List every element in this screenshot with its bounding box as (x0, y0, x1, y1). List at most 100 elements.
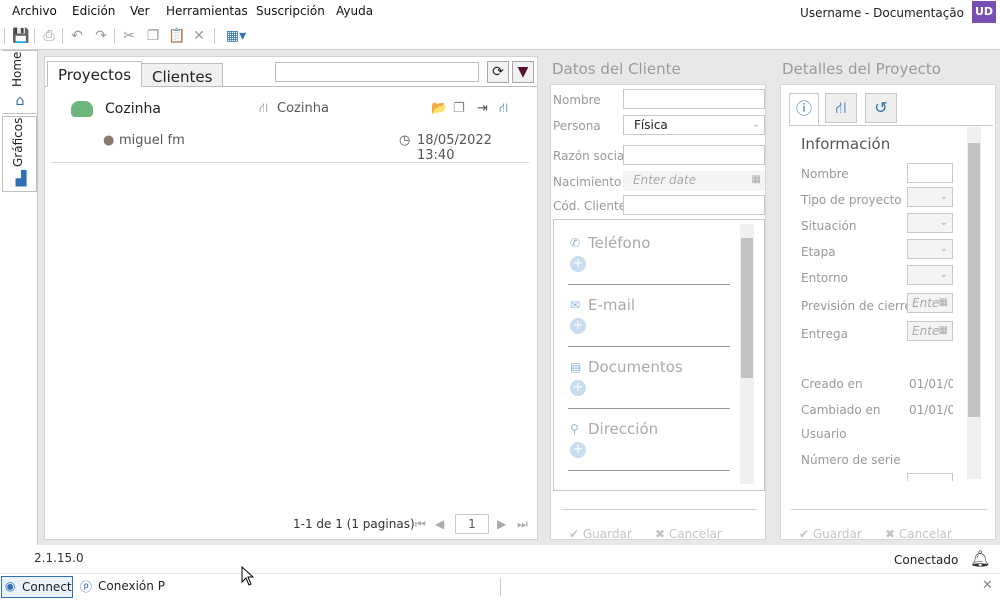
info-tab[interactable]: ⓘ (789, 93, 819, 125)
theme-palette-icon[interactable]: ▦▾ (222, 27, 250, 45)
connect-label: Connect (22, 580, 72, 594)
menu-edicion[interactable]: Edición (72, 4, 115, 18)
user-avatar[interactable]: UD (972, 1, 996, 23)
nombre-input[interactable] (623, 89, 765, 109)
client-panel: Datos del Cliente Nombre Persona Física ⌄… (546, 52, 768, 542)
next-page-button[interactable]: ▶ (497, 517, 506, 531)
search-input[interactable] (275, 62, 479, 82)
section-direccion: Dirección (588, 420, 659, 438)
tab-home[interactable]: Home ⌂ (2, 50, 37, 114)
duplicate-icon[interactable]: ❐ (453, 101, 465, 116)
first-page-button[interactable]: ⏮ (415, 517, 426, 532)
persona-label: Persona (553, 119, 601, 133)
add-email-button[interactable]: + (570, 318, 586, 334)
toolbar: 💾 ⎙ ↶ ↷ ✂ ❐ 📋 ✕ ▦▾ (0, 24, 1000, 48)
page-number-input[interactable]: 1 (455, 514, 489, 534)
client-cancel-button[interactable]: ✖ Cancelar (655, 527, 722, 541)
status-bar: 2.1.15.0 Conectado 🔔︎ (0, 545, 1000, 573)
map-pin-icon: ⚲ (570, 422, 579, 436)
numero-serie-label: Número de serie (801, 453, 901, 467)
client-save-label: Guardar (582, 527, 632, 541)
copy-icon[interactable]: ❐ (144, 27, 162, 45)
prevision-input[interactable]: Ente ▦ (907, 293, 953, 313)
project-cancel-button[interactable]: ✖ Cancelar (885, 527, 952, 541)
project-type-label: Cozinha (277, 101, 329, 116)
last-page-button[interactable]: ⏭ (517, 517, 528, 532)
contact-scrollbar[interactable] (740, 224, 754, 484)
history-tab[interactable]: ↺ (865, 93, 897, 123)
prev-page-button[interactable]: ◀ (435, 517, 444, 531)
tipo-select[interactable]: ⌄ (907, 187, 953, 207)
persona-select[interactable]: Física ⌄ (623, 115, 765, 135)
connect-tab[interactable]: ◉ Connect (1, 576, 73, 598)
numero-serie-input[interactable] (907, 473, 953, 481)
toolbar-separator (114, 28, 115, 44)
scrollbar-thumb[interactable] (968, 143, 980, 417)
situacion-label: Situación (801, 219, 857, 233)
client-save-button[interactable]: ✔ Guardar (569, 527, 632, 541)
etapa-label: Etapa (801, 245, 836, 259)
undo-icon[interactable]: ↶ (68, 27, 86, 45)
section-telefono: Teléfono (588, 234, 651, 252)
entorno-select[interactable]: ⌄ (907, 265, 953, 285)
project-panel-title: Detalles del Proyecto (782, 60, 941, 78)
razon-social-input[interactable] (623, 145, 765, 165)
list-item[interactable]: Cozinha ⛙ Cozinha 📂 ❐ ⇥ ⛙ ● miguel fm ◷ … (51, 97, 529, 163)
redo-icon[interactable]: ↷ (92, 27, 110, 45)
pager-summary: 1-1 de 1 (1 paginas) (293, 517, 415, 531)
cut-icon[interactable]: ✂ (120, 27, 138, 45)
info-content: Información Nombre Tipo de proyecto ⌄ Si… (789, 127, 993, 481)
tab-clientes[interactable]: Clientes (141, 63, 224, 87)
calendar-icon[interactable]: ▦ (939, 322, 948, 340)
info-scrollbar[interactable] (967, 127, 981, 479)
menu-suscripcion[interactable]: Suscripción (256, 4, 325, 18)
user-icon: ● (103, 133, 115, 148)
delete-icon[interactable]: ✕ (190, 27, 208, 45)
scrollbar-thumb[interactable] (741, 238, 753, 378)
menu-ver[interactable]: Ver (130, 4, 150, 18)
export-icon[interactable]: ⇥ (477, 101, 488, 116)
filter-button[interactable]: ▼ (512, 61, 534, 83)
save-icon[interactable]: 💾 (12, 27, 30, 45)
entrega-input[interactable]: Ente ▦ (907, 321, 953, 341)
print-icon[interactable]: ⎙ (40, 27, 58, 45)
add-document-button[interactable]: + (570, 380, 586, 396)
add-address-button[interactable]: + (570, 442, 586, 458)
calendar-icon[interactable]: ▦ (939, 294, 948, 312)
nacimiento-placeholder: Enter date (633, 173, 697, 187)
client-cancel-label: Cancelar (668, 527, 722, 541)
toolbar-separator (62, 28, 63, 44)
situacion-select[interactable]: ⌄ (907, 213, 953, 233)
paste-icon[interactable]: 📋 (168, 27, 186, 45)
menu-archivo[interactable]: Archivo (12, 4, 57, 18)
tab-graficos[interactable]: Gráficos ▟ (2, 116, 37, 192)
connection-status: Conectado (894, 553, 959, 567)
etapa-select[interactable]: ⌄ (907, 239, 953, 259)
section-divider (568, 470, 730, 471)
tab-proyectos[interactable]: Proyectos (47, 61, 143, 87)
tab-graficos-label: Gráficos (11, 117, 25, 167)
cod-cliente-input[interactable] (623, 195, 765, 215)
entrega-placeholder: Ente (912, 324, 940, 338)
add-phone-button[interactable]: + (570, 256, 586, 272)
close-icon[interactable]: ✕ (982, 578, 993, 593)
folder-icon[interactable]: 📂 (431, 101, 447, 116)
app-body: Home ⌂ Gráficos ▟ Proyectos Clientes ⟳ ▼… (0, 49, 1000, 546)
menu-ayuda[interactable]: Ayuda (336, 4, 373, 18)
project-cancel-label: Cancelar (898, 527, 952, 541)
conexion-label: Conexión P (98, 579, 165, 593)
calendar-icon[interactable]: ▦ (752, 171, 761, 189)
project-nombre-input[interactable] (907, 163, 953, 183)
conexion-tab[interactable]: ⓟ Conexión P (78, 576, 178, 598)
chevron-down-icon: ⌄ (939, 191, 948, 202)
refresh-button[interactable]: ⟳ (487, 61, 509, 83)
entorno-label: Entorno (801, 271, 848, 285)
add-flow-icon[interactable]: ⛙ (499, 101, 508, 118)
project-save-button[interactable]: ✔ Guardar (799, 527, 862, 541)
flow-tab[interactable]: ⛙ (825, 93, 857, 123)
client-form: Nombre Persona Física ⌄ Razón social Naci… (550, 84, 766, 541)
section-divider (568, 284, 730, 285)
bell-icon[interactable]: 🔔︎ (970, 549, 990, 568)
menu-herramientas[interactable]: Herramientas (166, 4, 248, 18)
nacimiento-input[interactable]: Enter date ▦ (623, 171, 765, 191)
